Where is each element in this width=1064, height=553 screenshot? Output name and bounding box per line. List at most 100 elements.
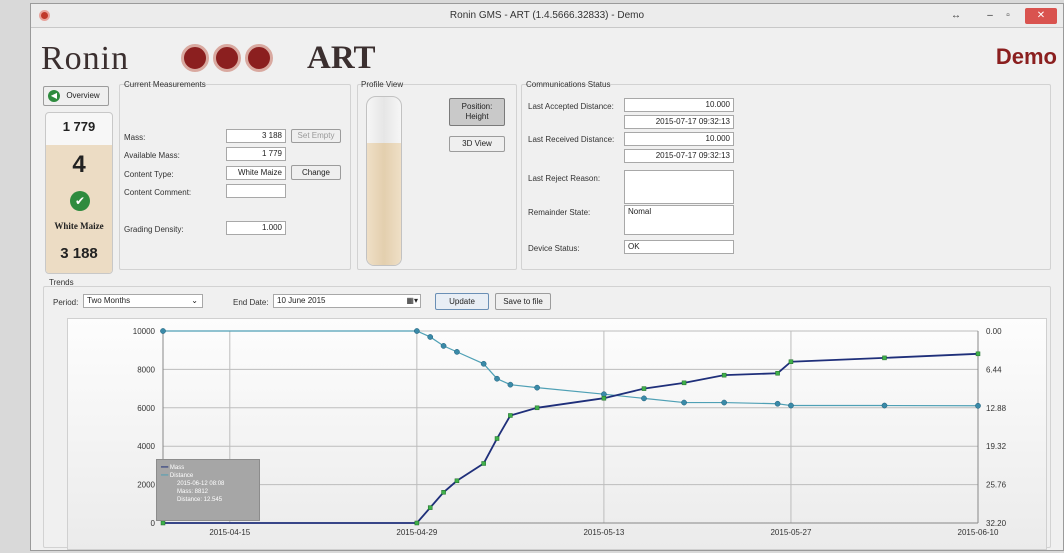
title-bar: Ronin GMS - ART (1.4.5666.32833) - Demo … <box>31 4 1063 28</box>
minimize-button[interactable]: – <box>983 8 997 24</box>
distance-point <box>480 360 487 367</box>
end-date-value: 10 June 2015 <box>277 296 326 305</box>
available-mass-label: Available Mass: <box>124 151 180 160</box>
distance-point <box>454 349 460 355</box>
mass-point <box>508 413 513 418</box>
mass-point <box>414 520 420 526</box>
art-logo: ART <box>307 40 376 76</box>
legend-mass-line: ━━ <box>161 465 169 471</box>
y-left-tick-label: 2000 <box>137 481 155 490</box>
legend-distance-label: Distance <box>169 473 194 479</box>
distance-point <box>440 343 447 349</box>
last-received-field: 10.000 <box>624 132 734 146</box>
legend-mass-label: Mass <box>169 465 185 471</box>
end-date-label: End Date: <box>233 298 269 307</box>
distance-point <box>414 328 420 334</box>
device-status-label: Device Status: <box>528 244 580 253</box>
mass-point <box>681 380 687 386</box>
silo-profile-fill <box>367 143 401 265</box>
y-right-tick-label: 19.32 <box>986 442 1007 451</box>
distance-point <box>721 399 727 406</box>
content-comment-field[interactable] <box>226 184 286 198</box>
period-value: Two Months <box>87 296 131 305</box>
last-reject-field <box>624 170 734 204</box>
x-tick-label: 2015-04-29 <box>396 528 437 537</box>
maximize-button[interactable]: ▫ <box>1001 8 1015 24</box>
silo-gauge[interactable]: 1 779 4 ✔ White Maize 3 188 <box>45 112 113 274</box>
current-measurements-label: Current Measurements <box>124 80 206 89</box>
check-icon: ✔ <box>70 191 90 211</box>
save-to-file-button[interactable]: Save to file <box>495 293 551 310</box>
y-right-tick-label: 6.44 <box>986 365 1002 374</box>
back-arrow-icon: ◀ <box>48 90 60 102</box>
period-label: Period: <box>53 298 79 307</box>
mass-point <box>641 386 647 391</box>
period-select[interactable]: Two Months ⌄ <box>83 294 203 308</box>
last-received-label: Last Received Distance: <box>528 135 615 144</box>
restore-icon[interactable]: ↔ <box>949 8 963 24</box>
distance-point <box>881 402 888 409</box>
mass-point <box>721 372 727 378</box>
last-received-time-field: 2015-07-17 09:32:13 <box>624 149 734 163</box>
last-accepted-field: 10.000 <box>624 98 734 112</box>
update-button[interactable]: Update <box>435 293 489 310</box>
distance-point <box>160 328 166 334</box>
y-left-tick-label: 0 <box>151 519 156 528</box>
content-type-label: Content Type: <box>124 170 174 179</box>
end-date-picker[interactable]: 10 June 2015 ▦▾ <box>273 294 421 308</box>
set-empty-button[interactable]: Set Empty <box>291 129 341 143</box>
trends-label: Trends <box>49 278 74 287</box>
silo-available: 1 779 <box>62 119 96 134</box>
distance-point <box>507 381 514 388</box>
change-button[interactable]: Change <box>291 165 341 180</box>
3d-view-button[interactable]: 3D View <box>449 136 505 152</box>
mass-point <box>441 490 446 495</box>
chevron-down-icon: ⌄ <box>191 296 198 305</box>
remainder-state-label: Remainder State: <box>528 208 591 217</box>
distance-point <box>494 375 500 382</box>
seal-icon <box>181 44 209 72</box>
overview-label: Overview <box>66 91 100 100</box>
mass-point <box>427 505 433 510</box>
y-left-tick-label: 10000 <box>133 327 156 336</box>
silo-number: 4 <box>72 151 86 178</box>
position-height-button[interactable]: Position: Height <box>449 98 505 126</box>
y-left-tick-label: 8000 <box>137 365 155 374</box>
distance-point <box>681 399 687 406</box>
mass-point <box>534 405 540 411</box>
mass-point <box>481 461 486 466</box>
grading-density-field[interactable]: 1.000 <box>226 221 286 235</box>
y-right-tick-label: 12.88 <box>986 404 1007 413</box>
last-accepted-label: Last Accepted Distance: <box>528 102 614 111</box>
legend-info-distance: Distance: 12.545 <box>177 497 223 503</box>
mass-field: 3 188 <box>226 129 286 143</box>
remainder-state-field: Nomal <box>624 205 734 235</box>
app-window: Ronin GMS - ART (1.4.5666.32833) - Demo … <box>30 3 1064 551</box>
distance-point <box>427 334 434 340</box>
chart-legend: ━━ Mass ━━ Distance 2015-06-12 08:08 Mas… <box>156 459 260 521</box>
mass-point <box>160 520 166 526</box>
communications-group <box>521 84 1051 270</box>
demo-label: Demo <box>995 44 1057 69</box>
close-button[interactable]: ✕ <box>1025 8 1057 24</box>
last-accepted-time-field: 2015-07-17 09:32:13 <box>624 115 734 129</box>
silo-mass: 3 188 <box>60 245 98 262</box>
last-reject-label: Last Reject Reason: <box>528 174 601 183</box>
calendar-icon[interactable]: ▦▾ <box>406 295 418 307</box>
device-status-field: OK <box>624 240 734 254</box>
overview-button[interactable]: ◀ Overview <box>43 86 109 106</box>
x-tick-label: 2015-04-15 <box>209 528 250 537</box>
silo-profile-shape <box>366 96 402 266</box>
y-left-tick-label: 4000 <box>137 442 155 451</box>
x-tick-label: 2015-05-27 <box>770 528 811 537</box>
mass-series-line <box>163 352 979 524</box>
legend-info-mass: Mass: 8812 <box>177 489 209 495</box>
y-right-tick-label: 25.76 <box>986 481 1007 490</box>
grading-density-label: Grading Density: <box>124 225 184 234</box>
ronin-logo: Ronin <box>41 40 130 77</box>
seal-icon <box>213 44 241 72</box>
distance-point <box>788 402 794 409</box>
mass-label: Mass: <box>124 133 146 142</box>
y-right-tick-label: 0.00 <box>986 327 1002 336</box>
y-right-tick-label: 32.20 <box>986 519 1007 528</box>
